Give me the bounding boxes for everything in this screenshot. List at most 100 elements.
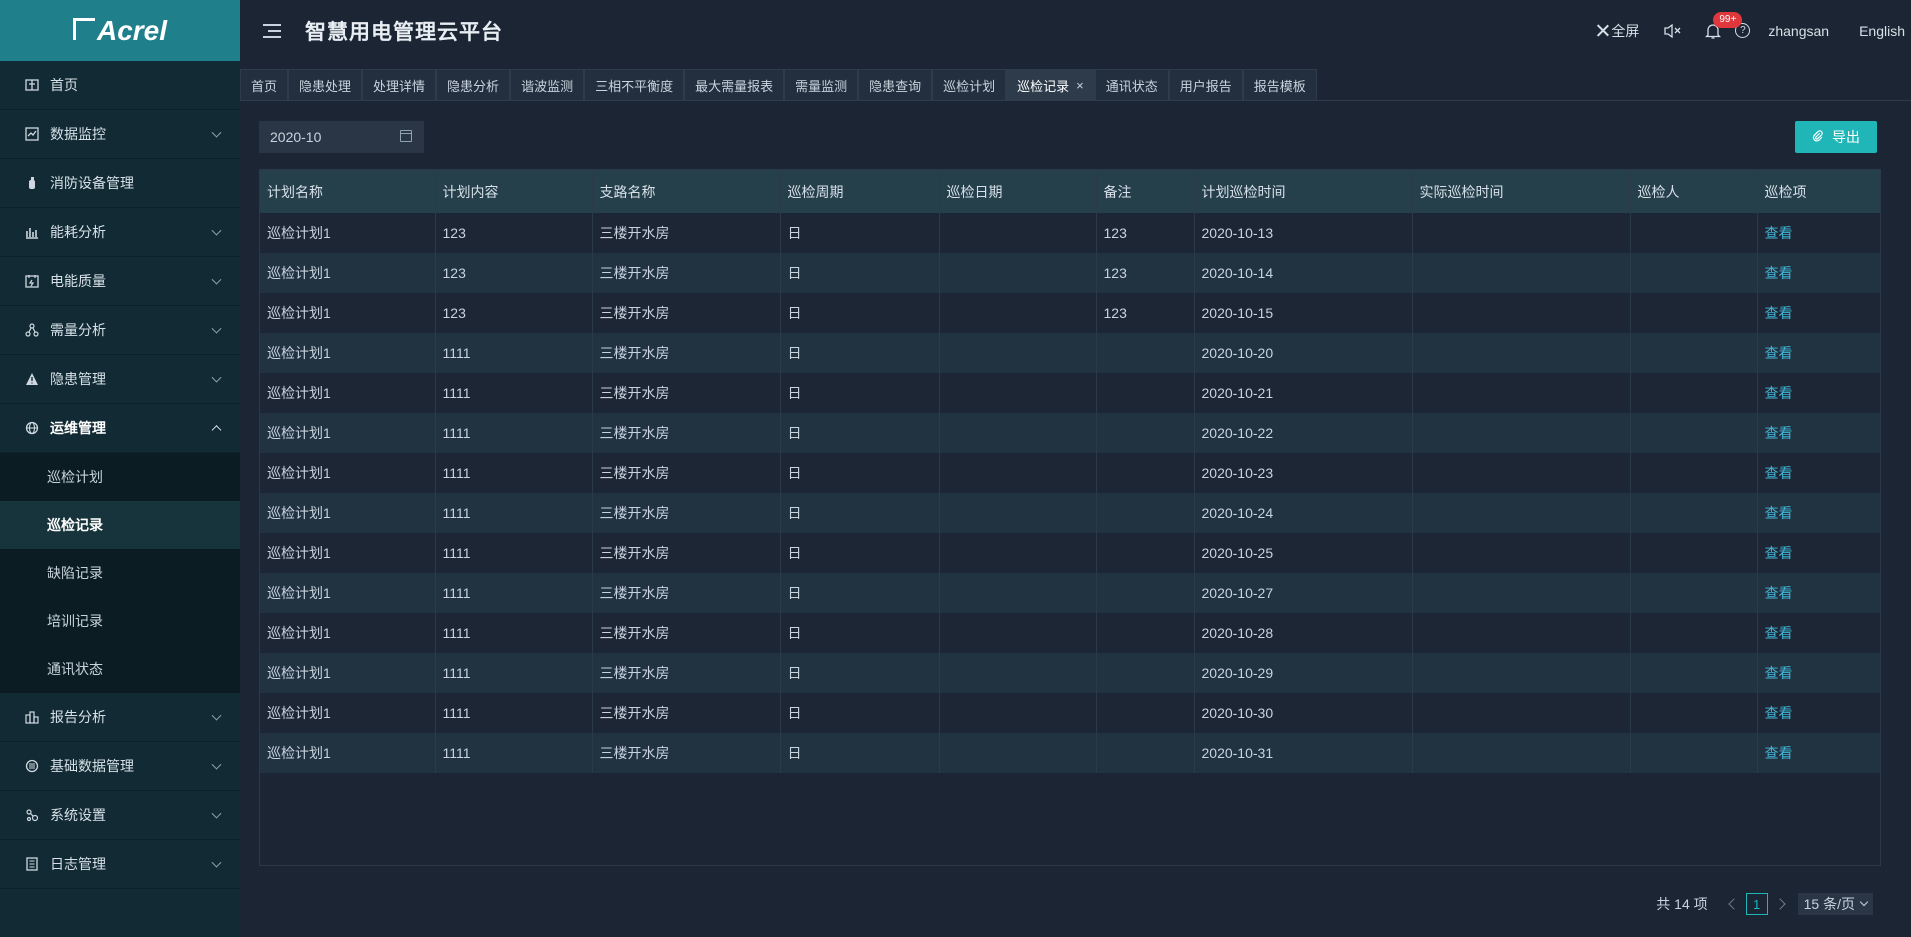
table-cell: 123 (435, 213, 593, 253)
table-cell (939, 253, 1097, 293)
view-link[interactable]: 查看 (1765, 705, 1793, 721)
sidebar-subitem-1[interactable]: 巡检记录 (0, 501, 240, 549)
prev-page-icon[interactable] (1727, 898, 1740, 910)
tab-label: 最大需量报表 (695, 78, 774, 94)
table-cell: 1111 (435, 333, 593, 373)
view-link[interactable]: 查看 (1765, 345, 1793, 361)
table-row: 巡检计划1 1111 三楼开水房日 2020-10-21 查看 (260, 373, 1880, 413)
view-link[interactable]: 查看 (1765, 665, 1793, 681)
sidebar-subitem-2[interactable]: 缺陷记录 (0, 549, 240, 597)
view-link[interactable]: 查看 (1765, 505, 1793, 521)
table-cell: 查看 (1757, 253, 1880, 293)
next-page-icon[interactable] (1773, 898, 1786, 910)
table-cell (939, 293, 1097, 333)
view-link[interactable]: 查看 (1765, 545, 1793, 561)
table-row: 巡检计划1 1111 三楼开水房日 2020-10-20 查看 (260, 333, 1880, 373)
chevron-down-icon (1859, 897, 1869, 907)
notification-bell-icon[interactable]: 99+ (1705, 11, 1743, 40)
sidebar-item-lower-2[interactable]: 系统设置 (0, 791, 240, 840)
sidebar-item-7[interactable]: 运维管理 (0, 404, 240, 453)
view-link[interactable]: 查看 (1765, 625, 1793, 641)
table-cell (1096, 653, 1195, 693)
month-picker[interactable]: 2020-10 (259, 121, 424, 153)
table-cell (1096, 693, 1195, 733)
table-cell: 巡检计划1 (260, 293, 436, 333)
tab-13[interactable]: 报告模板 (1242, 69, 1317, 100)
page-number-current[interactable]: 1 (1745, 893, 1768, 915)
column-header: 计划巡检时间 (1194, 170, 1413, 213)
table-cell: 查看 (1757, 213, 1880, 253)
sidebar-item-4[interactable]: 电能质量 (0, 257, 240, 306)
sidebar-item-label: 基础数据管理 (50, 758, 134, 774)
tab-3[interactable]: 隐患分析 (436, 69, 511, 100)
sidebar-item-label: 消防设备管理 (50, 175, 134, 191)
language-switch[interactable]: English (1859, 23, 1905, 39)
table-cell (1412, 573, 1631, 613)
username[interactable]: zhangsan (1768, 23, 1829, 39)
column-header: 巡检项 (1757, 170, 1880, 213)
table-row: 巡检计划1 1111 三楼开水房日 2020-10-23 查看 (260, 453, 1880, 493)
view-link[interactable]: 查看 (1765, 745, 1793, 761)
table-cell (1096, 453, 1195, 493)
table-cell: 2020-10-22 (1194, 413, 1413, 453)
sidebar-item-6[interactable]: 隐患管理 (0, 355, 240, 404)
view-link[interactable]: 查看 (1765, 385, 1793, 401)
sidebar-item-1[interactable]: 数据监控 (0, 110, 240, 159)
chevron-up-icon (211, 425, 222, 436)
tab-11[interactable]: 通讯状态 (1094, 69, 1169, 100)
tab-10[interactable]: 巡检记录 × (1006, 69, 1095, 100)
tab-12[interactable]: 用户报告 (1168, 69, 1243, 100)
fullscreen-button[interactable]: 全屏 (1595, 21, 1639, 41)
view-link[interactable]: 查看 (1765, 425, 1793, 441)
tab-label: 三相不平衡度 (595, 78, 674, 94)
table-cell: 三楼开水房 (592, 613, 781, 653)
sidebar-item-lower-3[interactable]: 日志管理 (0, 840, 240, 889)
view-link[interactable]: 查看 (1765, 225, 1793, 241)
view-link[interactable]: 查看 (1765, 585, 1793, 601)
table-cell (939, 453, 1097, 493)
tab-2[interactable]: 处理详情 (362, 69, 437, 100)
tab-9[interactable]: 巡检计划 (932, 69, 1007, 100)
sidebar-item-2[interactable]: 消防设备管理 (0, 159, 240, 208)
sidebar-subitem-4[interactable]: 通讯状态 (0, 645, 240, 693)
mute-icon[interactable] (1663, 22, 1681, 40)
table-cell: 2020-10-25 (1194, 533, 1413, 573)
sidebar-subitem-0[interactable]: 巡检计划 (0, 453, 240, 501)
sidebar-item-5[interactable]: 需量分析 (0, 306, 240, 355)
tab-1[interactable]: 隐患处理 (288, 69, 363, 100)
tab-label: 谐波监测 (521, 78, 574, 94)
table-cell: 三楼开水房 (592, 573, 781, 613)
view-link[interactable]: 查看 (1765, 465, 1793, 481)
table-cell: 巡检计划1 (260, 573, 436, 613)
page-size-select[interactable]: 15 条/页 (1797, 893, 1873, 915)
top-header: 智慧用电管理云平台 全屏 99+ ? zhangsan English (240, 0, 1911, 61)
sidebar-menu: 首页 数据监控消防设备管理能耗分析 电能质量 需量分析 隐患管理 运维管理 (0, 61, 240, 453)
sidebar-subitem-3[interactable]: 培训记录 (0, 597, 240, 645)
export-button[interactable]: 导出 (1795, 121, 1877, 153)
table-row: 巡检计划1 1111 三楼开水房日 2020-10-31 查看 (260, 733, 1880, 773)
table-cell: 三楼开水房 (592, 453, 781, 493)
view-link[interactable]: 查看 (1765, 305, 1793, 321)
sidebar-item-lower-1[interactable]: 基础数据管理 (0, 742, 240, 791)
tab-5[interactable]: 三相不平衡度 (584, 69, 685, 100)
sidebar-item-3[interactable]: 能耗分析 (0, 208, 240, 257)
tab-4[interactable]: 谐波监测 (510, 69, 585, 100)
tab-6[interactable]: 最大需量报表 (684, 69, 785, 100)
view-link[interactable]: 查看 (1765, 265, 1793, 281)
menu-toggle-icon[interactable] (263, 23, 281, 38)
vertical-scrollbar[interactable] (1905, 101, 1911, 866)
fullscreen-icon (1595, 24, 1608, 37)
sidebar-item-lower-0[interactable]: 报告分析 (0, 693, 240, 742)
table-cell (1630, 253, 1758, 293)
bar-chart-icon (24, 224, 40, 240)
chevron-down-icon (211, 857, 222, 868)
sidebar-item-0[interactable]: 首页 (0, 61, 240, 110)
close-icon[interactable]: × (1076, 78, 1084, 93)
table-body: 巡检计划1 123 三楼开水房日 123 2020-10-13 查看 巡检计划1 123 三楼开… (260, 213, 1880, 773)
tab-8[interactable]: 隐患查询 (858, 69, 933, 100)
tab-label: 处理详情 (373, 78, 426, 94)
tab-7[interactable]: 需量监测 (784, 69, 859, 100)
column-header: 巡检人 (1630, 170, 1758, 213)
table-cell (1412, 693, 1631, 733)
tab-0[interactable]: 首页 (240, 69, 289, 100)
